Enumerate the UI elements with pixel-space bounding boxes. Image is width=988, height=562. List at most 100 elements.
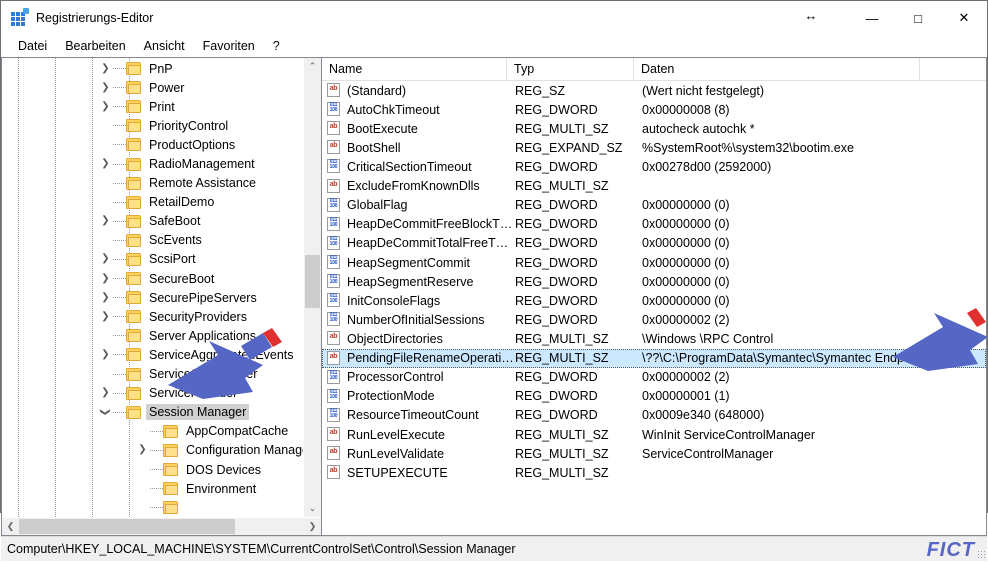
- table-row[interactable]: ab RunLevelExecute REG_MULTI_SZ WinInit Ser…: [322, 425, 986, 444]
- tree-item-productoptions[interactable]: ProductOptions: [2, 135, 303, 154]
- registry-tree[interactable]: ❯ PnP ❯ Power ❯ Print PriorityControl ProductOp…: [2, 58, 303, 518]
- tree-item-power[interactable]: ❯ Power: [2, 78, 303, 97]
- cell-value-type: REG_DWORD: [515, 217, 598, 232]
- tree-item-securityproviders[interactable]: ❯ SecurityProviders: [2, 307, 303, 326]
- tree-connector-line: [150, 449, 163, 451]
- chevron-right-icon[interactable]: ❯: [98, 159, 113, 169]
- chevron-right-icon[interactable]: ❯: [98, 311, 113, 322]
- table-row[interactable]: ab BootShell REG_EXPAND_SZ %SystemRoot%\sys…: [322, 138, 986, 157]
- chevron-right-icon[interactable]: ❯: [98, 349, 113, 360]
- cell-value-data: 0x00000000 (0): [642, 198, 730, 213]
- cell-value-name: NumberOfInitialSessions: [347, 312, 485, 327]
- tree-item-serviceprovider[interactable]: ❯ ServiceProvider: [2, 384, 303, 403]
- maximize-button[interactable]: □: [895, 1, 941, 35]
- scroll-left-icon[interactable]: ❮: [2, 518, 19, 535]
- tree-item-radiomanagement[interactable]: ❯ RadioManagement: [2, 154, 303, 173]
- tree-item-label: SecurityProviders: [149, 309, 247, 324]
- table-row[interactable]: 011 100 InitConsoleFlags REG_DWORD 0x000000…: [322, 291, 986, 310]
- chevron-right-icon[interactable]: ❯: [98, 273, 113, 284]
- tree-item-session-manager[interactable]: ❮ Session Manager: [2, 403, 303, 422]
- dword-value-icon: 011 100: [326, 369, 342, 385]
- tree-item-remote-assistance[interactable]: Remote Assistance: [2, 174, 303, 193]
- table-row[interactable]: 011 100 HeapDeCommitFreeBlockThr... REG_DW…: [322, 215, 986, 234]
- tree-item-label: SecurePipeServers: [149, 290, 257, 305]
- tree-connector-line: [113, 411, 126, 413]
- tree-hscroll-track[interactable]: [19, 518, 304, 535]
- table-row[interactable]: ab ObjectDirectories REG_MULTI_SZ \Windows …: [322, 329, 986, 348]
- cell-value-name: HeapDeCommitTotalFreeThr...: [347, 236, 515, 251]
- tree-item-safeboot[interactable]: ❯ SafeBoot: [2, 212, 303, 231]
- registry-values-list[interactable]: ab (Standard) REG_SZ (Wert nicht festgelegt…: [322, 81, 986, 536]
- column-header-name[interactable]: Name: [322, 58, 507, 80]
- chevron-right-icon[interactable]: ❯: [98, 388, 113, 398]
- tree-item-servicegrouporder[interactable]: ServiceGroupOrder: [2, 365, 303, 384]
- cell-value-data: (Wert nicht festgelegt): [642, 83, 765, 98]
- table-row[interactable]: ab ExcludeFromKnownDlls REG_MULTI_SZ: [322, 177, 986, 196]
- menu-item-bearbeiten[interactable]: Bearbeiten: [56, 37, 134, 55]
- chevron-right-icon[interactable]: ❯: [98, 292, 113, 303]
- table-row[interactable]: 011 100 HeapDeCommitTotalFreeThr... REG_DW…: [322, 234, 986, 253]
- tree-item-label: PriorityControl: [149, 118, 229, 133]
- tree-connector-line: [113, 106, 126, 108]
- tree-item-print[interactable]: ❯ Print: [2, 97, 303, 116]
- menu-item-datei[interactable]: Datei: [9, 37, 56, 55]
- table-row[interactable]: 011 100 CriticalSectionTimeout REG_DWORD 0x…: [322, 157, 986, 176]
- table-row[interactable]: 011 100 ProcessorControl REG_DWORD 0x000000…: [322, 368, 986, 387]
- tree-item-dos-devices[interactable]: DOS Devices: [2, 460, 303, 479]
- tree-item-serviceaggregatedevents[interactable]: ❯ ServiceAggregatedEvents: [2, 345, 303, 364]
- table-row[interactable]: ab BootExecute REG_MULTI_SZ autocheck autoc…: [322, 119, 986, 138]
- tree-item-secureboot[interactable]: ❯ SecureBoot: [2, 269, 303, 288]
- scroll-up-icon[interactable]: ⌃: [304, 58, 321, 75]
- menu-item-ansicht[interactable]: Ansicht: [135, 37, 194, 55]
- table-row[interactable]: 011 100 ProtectionMode REG_DWORD 0x00000001…: [322, 387, 986, 406]
- tree-item-pnp[interactable]: ❯ PnP: [2, 59, 303, 78]
- menu-item-help[interactable]: ?: [264, 37, 289, 55]
- cell-value-data: 0x0009e340 (648000): [642, 408, 765, 423]
- tree-horizontal-scrollbar[interactable]: ❮ ❯: [2, 517, 321, 536]
- chevron-right-icon[interactable]: ❯: [98, 254, 113, 264]
- tree-vscroll-thumb[interactable]: [305, 255, 320, 308]
- column-header-daten[interactable]: Daten: [634, 58, 920, 80]
- table-row[interactable]: 011 100 AutoChkTimeout REG_DWORD 0x00000008…: [322, 100, 986, 119]
- tree-item-scevents[interactable]: ScEvents: [2, 231, 303, 250]
- table-row[interactable]: ab SETUPEXECUTE REG_MULTI_SZ: [322, 463, 986, 482]
- scroll-right-icon[interactable]: ❯: [304, 518, 321, 535]
- table-row[interactable]: ab RunLevelValidate REG_MULTI_SZ ServiceCon…: [322, 444, 986, 463]
- tree-item-label: PnP: [149, 61, 173, 76]
- menu-item-favoriten[interactable]: Favoriten: [194, 37, 264, 55]
- table-row[interactable]: ab (Standard) REG_SZ (Wert nicht festgelegt…: [322, 81, 986, 100]
- column-header-typ[interactable]: Typ: [507, 58, 634, 80]
- table-row[interactable]: 011 100 HeapSegmentCommit REG_DWORD 0x00000…: [322, 253, 986, 272]
- tree-item-scsiport[interactable]: ❯ ScsiPort: [2, 250, 303, 269]
- tree-item-environment[interactable]: Environment: [2, 479, 303, 498]
- table-row[interactable]: ab PendingFileRenameOperations REG_MULTI_S…: [322, 348, 986, 368]
- chevron-down-icon[interactable]: ❮: [100, 405, 111, 420]
- close-button[interactable]: ✕: [941, 1, 987, 35]
- tree-item-server-applications[interactable]: Server Applications: [2, 326, 303, 345]
- scroll-down-icon[interactable]: ⌄: [304, 500, 321, 518]
- cell-value-type: REG_MULTI_SZ: [515, 179, 609, 194]
- cell-value-type: REG_MULTI_SZ: [515, 121, 609, 136]
- chevron-right-icon[interactable]: ❯: [98, 101, 113, 112]
- tree-item-configuration-manager[interactable]: ❯ Configuration Manager: [2, 441, 303, 460]
- cell-value-name: ExcludeFromKnownDlls: [347, 179, 480, 194]
- chevron-right-icon[interactable]: ❯: [98, 216, 113, 226]
- tree-item-securepipeservers[interactable]: ❯ SecurePipeServers: [2, 288, 303, 307]
- table-row[interactable]: 011 100 ResourceTimeoutCount REG_DWORD 0x00…: [322, 406, 986, 425]
- tree-item-blank[interactable]: [2, 498, 303, 517]
- tree-item-prioritycontrol[interactable]: PriorityControl: [2, 116, 303, 135]
- minimize-button[interactable]: —: [849, 1, 895, 35]
- tree-item-appcompatcache[interactable]: AppCompatCache: [2, 422, 303, 441]
- chevron-right-icon[interactable]: ❯: [135, 445, 150, 455]
- cell-value-type: REG_DWORD: [515, 293, 598, 308]
- chevron-right-icon[interactable]: ❯: [98, 82, 113, 93]
- table-row[interactable]: 011 100 NumberOfInitialSessions REG_DWORD 0…: [322, 310, 986, 329]
- tree-hscroll-thumb[interactable]: [19, 519, 235, 535]
- tree-vscroll-track[interactable]: [304, 75, 321, 501]
- table-row[interactable]: 011 100 GlobalFlag REG_DWORD 0x00000000 (0): [322, 196, 986, 215]
- tree-vertical-scrollbar[interactable]: ⌃ ⌄: [303, 58, 321, 518]
- chevron-right-icon[interactable]: ❯: [98, 63, 113, 74]
- resize-grip-icon[interactable]: [977, 550, 985, 559]
- table-row[interactable]: 011 100 HeapSegmentReserve REG_DWORD 0x0000…: [322, 272, 986, 291]
- tree-item-retaildemo[interactable]: RetailDemo: [2, 193, 303, 212]
